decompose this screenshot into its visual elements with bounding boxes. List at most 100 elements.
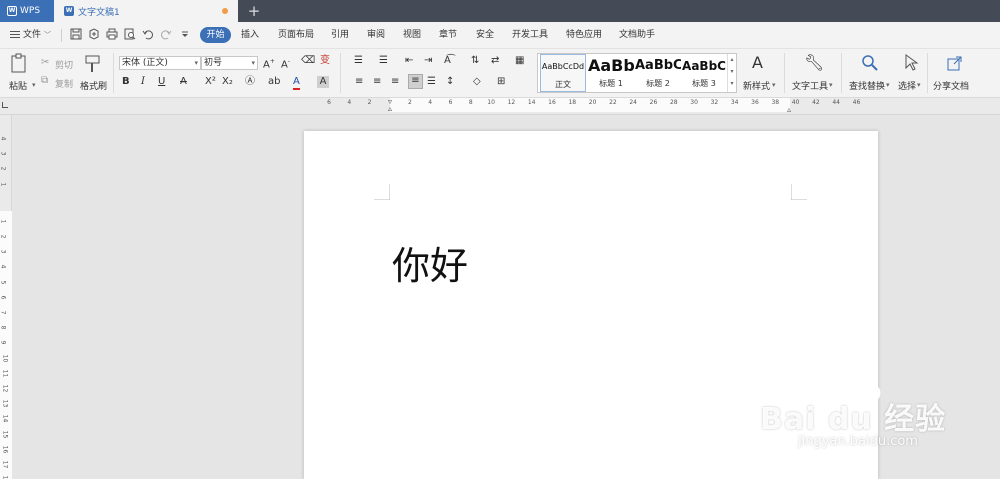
ruler-tick-label: 12: [507, 99, 516, 106]
print-icon[interactable]: [106, 28, 118, 40]
underline-icon[interactable]: U: [158, 76, 165, 88]
style-normal[interactable]: AaBbCcDd 正文: [540, 54, 586, 92]
numbered-list-icon[interactable]: ☰: [379, 55, 388, 67]
borders-icon[interactable]: ⊞: [497, 76, 505, 88]
decrease-indent-icon[interactable]: ⇤: [405, 55, 413, 67]
ruler-tick-label: 13: [1, 399, 9, 408]
phonetic-guide-icon[interactable]: 变: [320, 55, 330, 67]
copy-button[interactable]: 复制: [55, 77, 73, 90]
ruler-tick-label: 3: [0, 249, 7, 254]
chevron-down-icon[interactable]: ▾: [886, 79, 890, 91]
ruler-tick-label: 28: [669, 99, 678, 106]
text-tools-button[interactable]: 文字工具: [792, 79, 828, 92]
watermark-brand: Bai du 经验: [760, 402, 947, 437]
margin-corner-mark: [374, 184, 390, 200]
tab-wps-label: WPS: [20, 6, 41, 16]
ruler-tick-label: 15: [1, 430, 9, 438]
horizontal-ruler[interactable]: 6 4 2 2 4 6 8 10 12 14 16 18 20 22 24 26 28 30 32 34 36 38 40 4…: [0, 98, 1000, 115]
tab-document[interactable]: W 文字文稿1: [54, 0, 238, 22]
font-color-icon[interactable]: A: [293, 76, 300, 90]
tab-features[interactable]: 特色应用: [566, 27, 602, 43]
tab-page-layout[interactable]: 页面布局: [278, 27, 314, 43]
sort-icon[interactable]: ⇅: [471, 55, 479, 67]
divider: [841, 53, 842, 93]
ruler-tick-label: 17: [1, 460, 9, 469]
chevron-down-icon[interactable]: ▾: [32, 79, 36, 91]
chevron-down-icon[interactable]: ▾: [917, 79, 921, 91]
char-shading-icon[interactable]: A: [317, 76, 329, 88]
undo-icon[interactable]: [142, 28, 154, 40]
bold-icon[interactable]: B: [122, 76, 130, 88]
margin-corner-mark: [791, 184, 807, 200]
tab-doc-assistant[interactable]: 文档助手: [619, 27, 655, 43]
font-size-select[interactable]: 初号 ▾: [201, 56, 258, 70]
bullet-list-icon[interactable]: ☰: [354, 55, 363, 67]
tab-view[interactable]: 视图: [403, 27, 421, 43]
tab-review[interactable]: 审阅: [367, 27, 385, 43]
font-name-select[interactable]: 宋体 (正文) ▾: [119, 56, 201, 70]
ruler-tick-label: 34: [730, 99, 739, 106]
tab-start[interactable]: 开始: [200, 27, 231, 43]
align-left-icon[interactable]: ≡: [355, 76, 363, 88]
chevron-down-icon[interactable]: ▾: [772, 79, 776, 91]
style-heading-1[interactable]: AaBb 标题 1: [588, 54, 634, 92]
new-style-button[interactable]: 新样式: [743, 79, 770, 92]
align-right-icon[interactable]: ≡: [391, 76, 399, 88]
paste-button[interactable]: [9, 53, 29, 75]
paragraph-mark-icon[interactable]: ⇄: [491, 55, 499, 67]
decrease-font-icon[interactable]: A-: [281, 56, 290, 71]
redo-icon[interactable]: [160, 28, 172, 40]
vertical-ruler[interactable]: 4321123456789101112131415161718: [0, 115, 12, 479]
tab-chapter[interactable]: 章节: [439, 27, 457, 43]
format-painter-button[interactable]: 格式刷: [80, 79, 107, 92]
tab-developer[interactable]: 开发工具: [512, 27, 548, 43]
highlight-icon[interactable]: ab: [268, 76, 280, 88]
indent-marker-icon[interactable]: ▿ ▵: [386, 98, 394, 113]
align-center-icon[interactable]: ≡: [373, 76, 381, 88]
customize-dropdown-icon[interactable]: [179, 28, 191, 40]
ruler-tick-label: 32: [710, 99, 719, 106]
tab-insert[interactable]: 插入: [241, 27, 259, 43]
find-replace-button[interactable]: 查找替换: [849, 79, 885, 92]
superscript-icon[interactable]: X²: [205, 76, 216, 88]
right-indent-marker-icon[interactable]: ▵: [787, 105, 791, 114]
clear-format-icon[interactable]: ⌫: [301, 55, 315, 67]
cut-button[interactable]: 剪切: [55, 58, 73, 71]
align-justify-icon[interactable]: ≡: [408, 74, 423, 89]
styles-scroll[interactable]: ▴ ▾ ▾: [727, 54, 736, 92]
format-painter-icon[interactable]: [83, 54, 103, 74]
chevron-down-icon[interactable]: ▾: [829, 79, 833, 91]
ruler-tick-label: 1: [0, 219, 7, 224]
select-button[interactable]: 选择: [898, 79, 916, 92]
tab-security[interactable]: 安全: [476, 27, 494, 43]
save-icon[interactable]: [70, 28, 82, 40]
italic-icon[interactable]: I: [141, 76, 145, 88]
chinese-layout-icon[interactable]: A͡: [444, 55, 451, 67]
export-pdf-icon[interactable]: [88, 28, 100, 40]
ruler-tick-label: 5: [0, 280, 7, 285]
ruler-tick-label: 46: [852, 99, 861, 106]
ruler-tick-label: 11: [1, 369, 9, 378]
styles-gallery: AaBbCcDd 正文 AaBb 标题 1 AaBbC 标题 2 AaBbC 标…: [537, 53, 737, 93]
line-spacing-icon[interactable]: ↕: [446, 76, 454, 88]
strikethrough-icon[interactable]: A: [180, 76, 187, 88]
subscript-icon[interactable]: X₂: [222, 76, 233, 88]
ribbon-toolbar: 粘贴 ▾ ✂ 剪切 ⧉ 复制 格式刷 宋体 (正文) ▾ 初号 ▾ A+ A- ⌫ …: [0, 49, 1000, 98]
shading-icon[interactable]: ◇: [473, 76, 481, 88]
text-effect-icon[interactable]: Ⓐ: [245, 76, 255, 88]
style-heading-3[interactable]: AaBbC 标题 3: [682, 54, 726, 92]
print-preview-icon[interactable]: [124, 28, 136, 40]
share-icon: [946, 54, 964, 72]
increase-indent-icon[interactable]: ⇥: [424, 55, 432, 67]
tab-references[interactable]: 引用: [331, 27, 349, 43]
document-body-text[interactable]: 你好: [392, 235, 468, 290]
new-tab-button[interactable]: +: [244, 1, 264, 21]
increase-font-icon[interactable]: A+: [263, 56, 275, 71]
table-icon[interactable]: ▦: [515, 55, 524, 67]
style-heading-2[interactable]: AaBbC 标题 2: [635, 54, 681, 92]
tab-wps-home[interactable]: W WPS: [0, 0, 54, 22]
divider: [61, 29, 62, 42]
file-menu-button[interactable]: 文件 ﹀: [10, 27, 51, 43]
share-document-button[interactable]: 分享文档: [933, 79, 969, 92]
distributed-align-icon[interactable]: ☰: [427, 76, 436, 88]
